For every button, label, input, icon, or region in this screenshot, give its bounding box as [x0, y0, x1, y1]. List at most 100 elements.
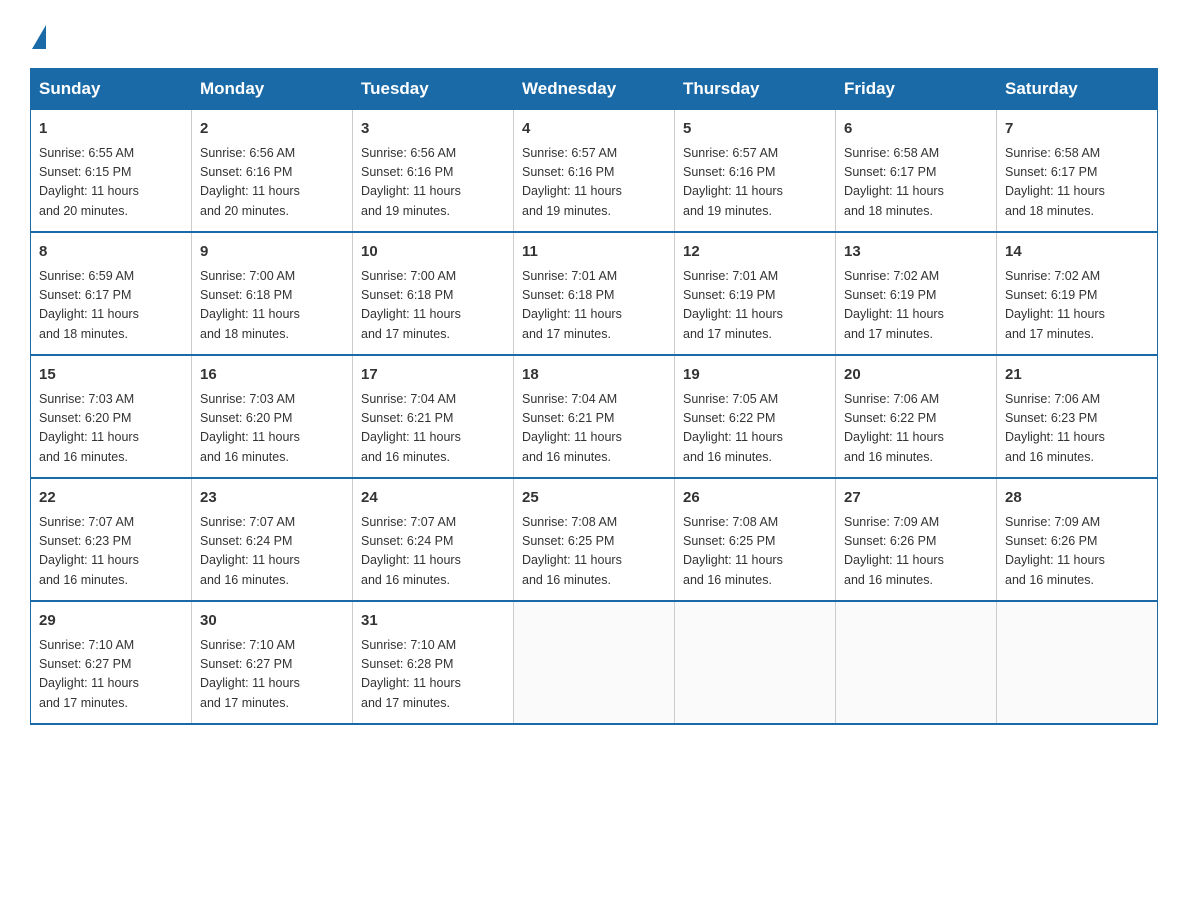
- calendar-week-row: 1 Sunrise: 6:55 AMSunset: 6:15 PMDaylight…: [31, 110, 1158, 233]
- calendar-cell: 20Sunrise: 7:06 AMSunset: 6:22 PMDayligh…: [836, 355, 997, 478]
- calendar-cell: 25 Sunrise: 7:08 AMSunset: 6:25 PMDayligh…: [514, 478, 675, 601]
- calendar-week-row: 15 Sunrise: 7:03 AMSunset: 6:20 PMDayligh…: [31, 355, 1158, 478]
- logo-triangle-icon: [32, 25, 46, 49]
- day-number: 25: [522, 487, 666, 510]
- calendar-cell: 9 Sunrise: 7:00 AMSunset: 6:18 PMDaylight…: [192, 232, 353, 355]
- day-number: 20: [844, 364, 988, 387]
- calendar-cell: 1 Sunrise: 6:55 AMSunset: 6:15 PMDaylight…: [31, 110, 192, 233]
- day-info: Sunrise: 7:01 AMSunset: 6:19 PMDaylight:…: [683, 267, 827, 345]
- day-number: 12: [683, 241, 827, 264]
- calendar-cell: [997, 601, 1158, 724]
- calendar-cell: [675, 601, 836, 724]
- calendar-cell: 3Sunrise: 6:56 AMSunset: 6:16 PMDaylight…: [353, 110, 514, 233]
- calendar-cell: 10 Sunrise: 7:00 AMSunset: 6:18 PMDayligh…: [353, 232, 514, 355]
- day-info: Sunrise: 7:06 AMSunset: 6:23 PMDaylight:…: [1005, 390, 1149, 468]
- day-number: 22: [39, 487, 183, 510]
- day-info: Sunrise: 6:58 AMSunset: 6:17 PMDaylight:…: [844, 144, 988, 222]
- logo: [30, 20, 46, 48]
- day-number: 4: [522, 118, 666, 141]
- day-number: 2: [200, 118, 344, 141]
- day-info: Sunrise: 6:57 AMSunset: 6:16 PMDaylight:…: [683, 144, 827, 222]
- calendar-table: SundayMondayTuesdayWednesdayThursdayFrid…: [30, 68, 1158, 725]
- col-header-monday: Monday: [192, 69, 353, 110]
- day-number: 29: [39, 610, 183, 633]
- calendar-cell: 6 Sunrise: 6:58 AMSunset: 6:17 PMDaylight…: [836, 110, 997, 233]
- col-header-wednesday: Wednesday: [514, 69, 675, 110]
- day-number: 15: [39, 364, 183, 387]
- day-number: 31: [361, 610, 505, 633]
- day-info: Sunrise: 7:03 AMSunset: 6:20 PMDaylight:…: [39, 390, 183, 468]
- calendar-cell: 27 Sunrise: 7:09 AMSunset: 6:26 PMDayligh…: [836, 478, 997, 601]
- calendar-cell: 28 Sunrise: 7:09 AMSunset: 6:26 PMDayligh…: [997, 478, 1158, 601]
- calendar-cell: 11 Sunrise: 7:01 AMSunset: 6:18 PMDayligh…: [514, 232, 675, 355]
- calendar-cell: 30Sunrise: 7:10 AMSunset: 6:27 PMDayligh…: [192, 601, 353, 724]
- calendar-cell: 24 Sunrise: 7:07 AMSunset: 6:24 PMDayligh…: [353, 478, 514, 601]
- calendar-cell: 18 Sunrise: 7:04 AMSunset: 6:21 PMDayligh…: [514, 355, 675, 478]
- calendar-cell: 8Sunrise: 6:59 AMSunset: 6:17 PMDaylight…: [31, 232, 192, 355]
- calendar-cell: 15 Sunrise: 7:03 AMSunset: 6:20 PMDayligh…: [31, 355, 192, 478]
- calendar-week-row: 22 Sunrise: 7:07 AMSunset: 6:23 PMDayligh…: [31, 478, 1158, 601]
- day-number: 11: [522, 241, 666, 264]
- day-number: 23: [200, 487, 344, 510]
- day-info: Sunrise: 7:10 AMSunset: 6:28 PMDaylight:…: [361, 636, 505, 714]
- day-info: Sunrise: 7:10 AMSunset: 6:27 PMDaylight:…: [39, 636, 183, 714]
- day-info: Sunrise: 7:08 AMSunset: 6:25 PMDaylight:…: [522, 513, 666, 591]
- day-number: 5: [683, 118, 827, 141]
- day-info: Sunrise: 6:57 AMSunset: 6:16 PMDaylight:…: [522, 144, 666, 222]
- day-number: 24: [361, 487, 505, 510]
- day-number: 18: [522, 364, 666, 387]
- day-info: Sunrise: 7:05 AMSunset: 6:22 PMDaylight:…: [683, 390, 827, 468]
- calendar-cell: 12 Sunrise: 7:01 AMSunset: 6:19 PMDayligh…: [675, 232, 836, 355]
- calendar-cell: 31 Sunrise: 7:10 AMSunset: 6:28 PMDayligh…: [353, 601, 514, 724]
- day-number: 10: [361, 241, 505, 264]
- day-number: 27: [844, 487, 988, 510]
- day-info: Sunrise: 7:07 AMSunset: 6:24 PMDaylight:…: [361, 513, 505, 591]
- day-number: 7: [1005, 118, 1149, 141]
- calendar-cell: 23 Sunrise: 7:07 AMSunset: 6:24 PMDayligh…: [192, 478, 353, 601]
- calendar-cell: 2 Sunrise: 6:56 AMSunset: 6:16 PMDaylight…: [192, 110, 353, 233]
- day-number: 28: [1005, 487, 1149, 510]
- day-info: Sunrise: 7:08 AMSunset: 6:25 PMDaylight:…: [683, 513, 827, 591]
- day-info: Sunrise: 6:56 AMSunset: 6:16 PMDaylight:…: [200, 144, 344, 222]
- day-number: 9: [200, 241, 344, 264]
- calendar-week-row: 29 Sunrise: 7:10 AMSunset: 6:27 PMDayligh…: [31, 601, 1158, 724]
- day-info: Sunrise: 7:04 AMSunset: 6:21 PMDaylight:…: [522, 390, 666, 468]
- calendar-cell: 26 Sunrise: 7:08 AMSunset: 6:25 PMDayligh…: [675, 478, 836, 601]
- col-header-friday: Friday: [836, 69, 997, 110]
- day-info: Sunrise: 6:58 AMSunset: 6:17 PMDaylight:…: [1005, 144, 1149, 222]
- calendar-cell: 13Sunrise: 7:02 AMSunset: 6:19 PMDayligh…: [836, 232, 997, 355]
- calendar-cell: [514, 601, 675, 724]
- day-info: Sunrise: 7:00 AMSunset: 6:18 PMDaylight:…: [200, 267, 344, 345]
- day-info: Sunrise: 6:56 AMSunset: 6:16 PMDaylight:…: [361, 144, 505, 222]
- calendar-cell: 19 Sunrise: 7:05 AMSunset: 6:22 PMDayligh…: [675, 355, 836, 478]
- col-header-thursday: Thursday: [675, 69, 836, 110]
- day-info: Sunrise: 7:09 AMSunset: 6:26 PMDaylight:…: [1005, 513, 1149, 591]
- day-number: 13: [844, 241, 988, 264]
- day-number: 17: [361, 364, 505, 387]
- day-number: 8: [39, 241, 183, 264]
- day-number: 6: [844, 118, 988, 141]
- calendar-cell: 4 Sunrise: 6:57 AMSunset: 6:16 PMDaylight…: [514, 110, 675, 233]
- calendar-cell: 22 Sunrise: 7:07 AMSunset: 6:23 PMDayligh…: [31, 478, 192, 601]
- col-header-saturday: Saturday: [997, 69, 1158, 110]
- calendar-cell: 16 Sunrise: 7:03 AMSunset: 6:20 PMDayligh…: [192, 355, 353, 478]
- day-info: Sunrise: 7:01 AMSunset: 6:18 PMDaylight:…: [522, 267, 666, 345]
- day-info: Sunrise: 7:09 AMSunset: 6:26 PMDaylight:…: [844, 513, 988, 591]
- day-info: Sunrise: 6:55 AMSunset: 6:15 PMDaylight:…: [39, 144, 183, 222]
- day-number: 30: [200, 610, 344, 633]
- day-number: 1: [39, 118, 183, 141]
- day-number: 14: [1005, 241, 1149, 264]
- day-number: 19: [683, 364, 827, 387]
- day-info: Sunrise: 7:07 AMSunset: 6:23 PMDaylight:…: [39, 513, 183, 591]
- calendar-cell: 14Sunrise: 7:02 AMSunset: 6:19 PMDayligh…: [997, 232, 1158, 355]
- calendar-week-row: 8Sunrise: 6:59 AMSunset: 6:17 PMDaylight…: [31, 232, 1158, 355]
- col-header-sunday: Sunday: [31, 69, 192, 110]
- day-info: Sunrise: 7:00 AMSunset: 6:18 PMDaylight:…: [361, 267, 505, 345]
- day-number: 16: [200, 364, 344, 387]
- calendar-cell: 29 Sunrise: 7:10 AMSunset: 6:27 PMDayligh…: [31, 601, 192, 724]
- day-number: 26: [683, 487, 827, 510]
- calendar-cell: 5 Sunrise: 6:57 AMSunset: 6:16 PMDaylight…: [675, 110, 836, 233]
- calendar-cell: 17Sunrise: 7:04 AMSunset: 6:21 PMDayligh…: [353, 355, 514, 478]
- day-info: Sunrise: 7:03 AMSunset: 6:20 PMDaylight:…: [200, 390, 344, 468]
- day-info: Sunrise: 7:07 AMSunset: 6:24 PMDaylight:…: [200, 513, 344, 591]
